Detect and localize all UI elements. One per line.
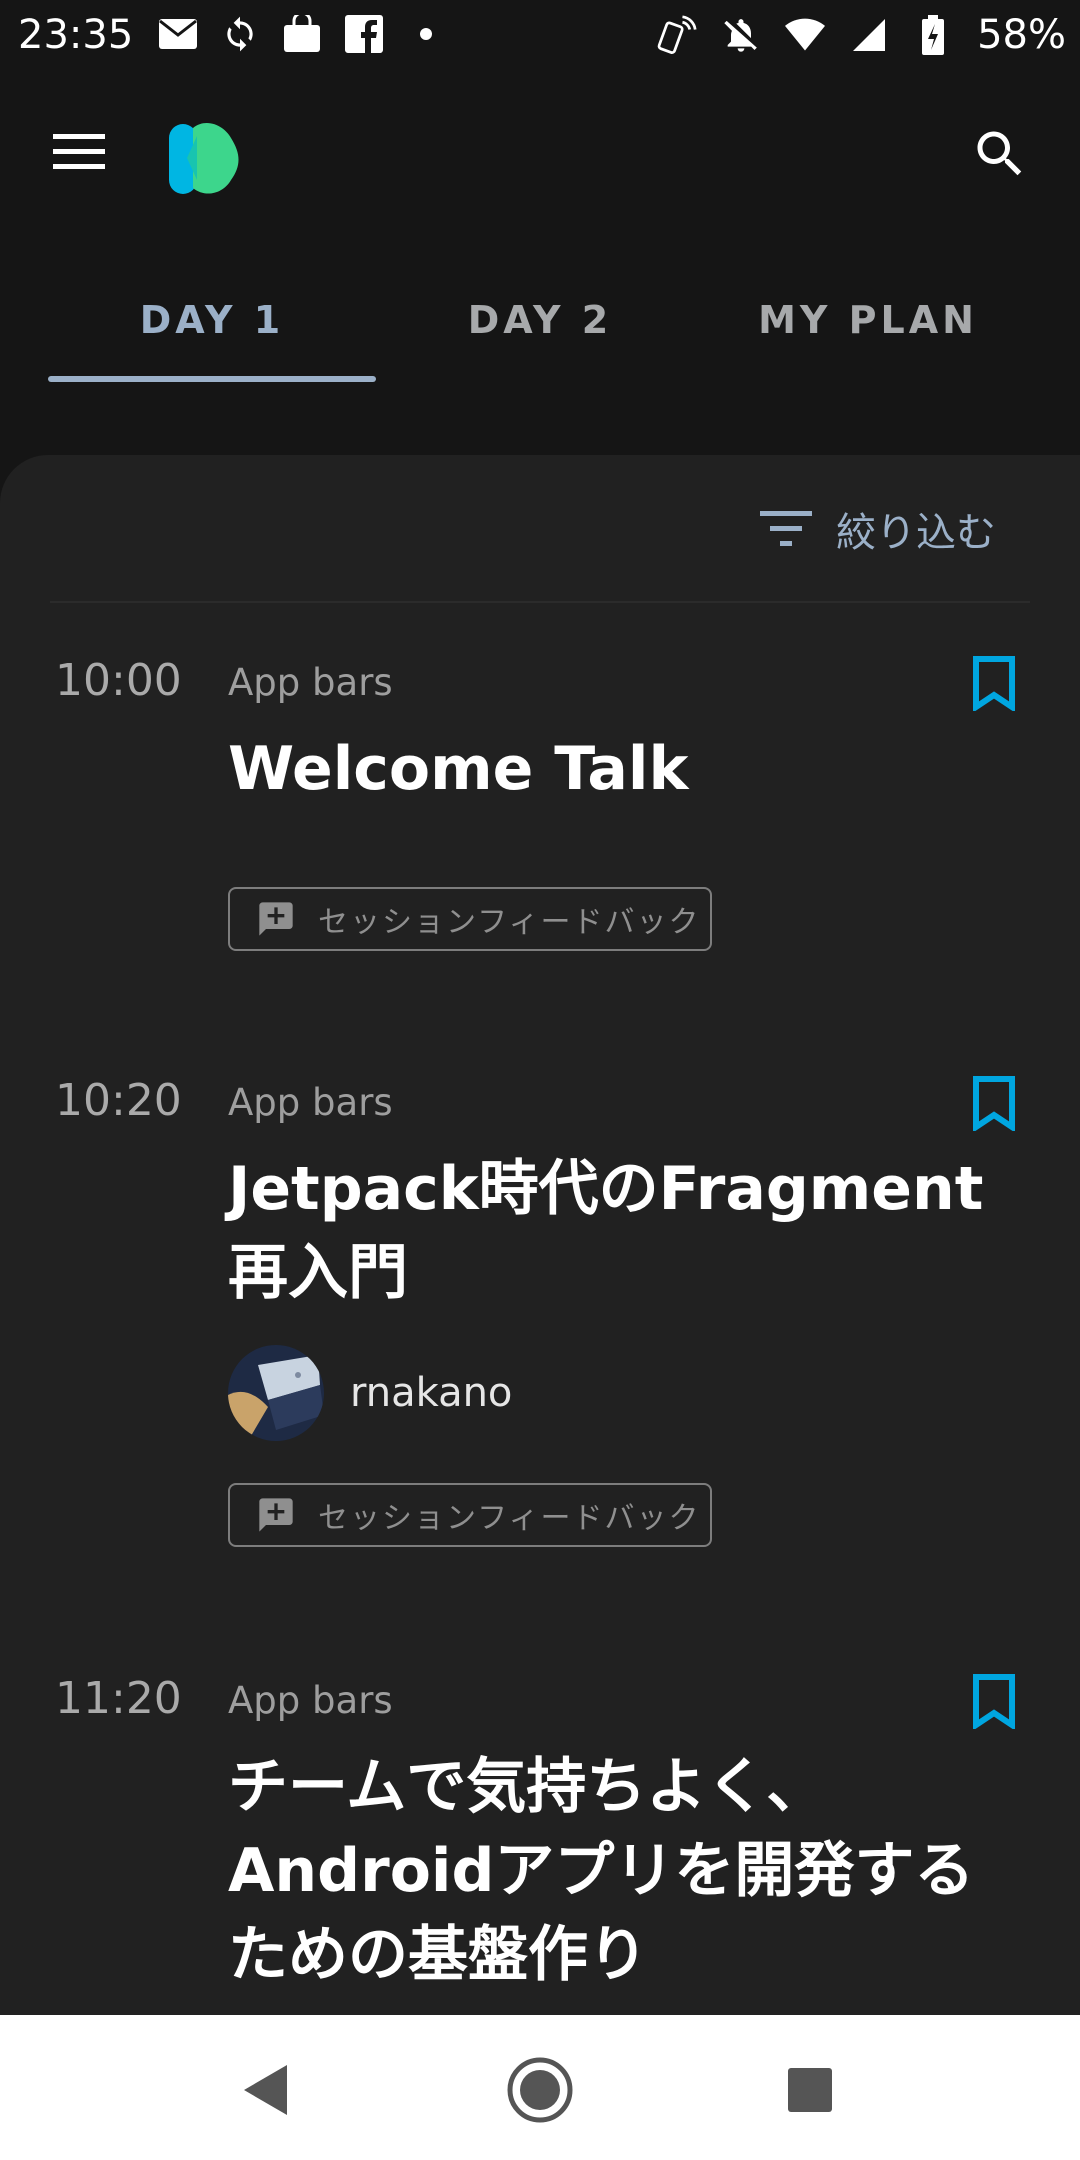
search-icon: [977, 131, 1022, 176]
session-time: 10:20: [55, 1075, 182, 1126]
feedback-icon: [259, 902, 293, 936]
back-icon: [244, 2065, 287, 2115]
app-bar: [0, 100, 1080, 210]
au-mail-icon: [158, 14, 198, 54]
market-icon: [282, 14, 322, 54]
day-tabs: DAY 1 DAY 2 MY PLAN: [0, 255, 1080, 385]
home-icon: [507, 2057, 573, 2123]
feedback-icon: [259, 1498, 293, 1532]
filter-button[interactable]: 絞り込む: [758, 500, 996, 558]
home-button[interactable]: [505, 2055, 575, 2125]
bookmark-outline-icon: [973, 1076, 1015, 1133]
session-title-line-3: ための基盤作り: [228, 1920, 648, 1990]
status-time: 23:35: [18, 12, 134, 58]
session-card[interactable]: 10:20 App bars Jetpack時代のFragment 再入門 rn…: [0, 1075, 1080, 1575]
session-room: App bars: [228, 1679, 393, 1722]
facebook-icon: [344, 14, 384, 54]
sync-icon: [220, 14, 260, 54]
recents-icon: [788, 2068, 832, 2112]
notification-icons: [158, 14, 446, 54]
bookmark-button[interactable]: [970, 1673, 1026, 1733]
recents-button[interactable]: [775, 2055, 845, 2125]
signal-icon: [849, 15, 889, 55]
speaker-name: rnakano: [350, 1370, 513, 1416]
tab-my-plan[interactable]: MY PLAN: [704, 255, 1032, 385]
session-feedback-button[interactable]: セッションフィードバック: [228, 1483, 712, 1547]
session-title-line-2: Androidアプリを開発する: [228, 1836, 975, 1906]
battery-icon: [913, 15, 953, 55]
session-title-line-2: 再入門: [228, 1238, 408, 1308]
session-title-line-1: チームで気持ちよく、: [228, 1752, 827, 1822]
session-time: 10:00: [55, 655, 182, 706]
wifi-icon: [785, 15, 826, 55]
nfc-icon: [657, 15, 697, 55]
search-button[interactable]: [970, 124, 1040, 194]
session-list-sheet: 絞り込む 10:00 App bars Welcome Talk セッションフィ…: [0, 455, 1080, 2015]
mute-icon: [721, 15, 761, 55]
session-title-line-1: Jetpack時代のFragment: [228, 1154, 984, 1224]
filter-label: 絞り込む: [836, 510, 996, 556]
feedback-label: セッションフィードバック: [318, 1501, 701, 1536]
bookmark-button[interactable]: [970, 1075, 1026, 1135]
menu-button[interactable]: [48, 130, 118, 190]
tab-day-2[interactable]: DAY 2: [376, 255, 704, 385]
app-logo: [165, 118, 245, 198]
session-feedback-button[interactable]: セッションフィードバック: [228, 887, 712, 951]
filter-icon: [760, 511, 812, 546]
bookmark-button[interactable]: [970, 655, 1026, 715]
session-title: Welcome Talk: [228, 734, 689, 804]
bookmark-outline-icon: [973, 1674, 1015, 1731]
status-bar: 23:35 58%: [0, 0, 1080, 72]
divider: [50, 601, 1030, 603]
dot-icon: [406, 14, 446, 54]
session-time: 11:20: [55, 1673, 182, 1724]
system-navigation-bar: [0, 2015, 1080, 2160]
session-speaker[interactable]: rnakano: [228, 1345, 512, 1441]
session-card[interactable]: 10:00 App bars Welcome Talk セッションフィードバック: [0, 655, 1080, 965]
session-room: App bars: [228, 661, 393, 704]
speaker-avatar: [228, 1345, 324, 1441]
active-tab-indicator: [48, 376, 376, 382]
system-icons: 58%: [657, 12, 1066, 58]
hamburger-menu-icon: [53, 134, 105, 169]
battery-percent: 58%: [977, 12, 1066, 58]
bookmark-outline-icon: [973, 656, 1015, 713]
session-card[interactable]: 11:20 App bars チームで気持ちよく、 Androidアプリを開発す…: [0, 1673, 1080, 2013]
session-room: App bars: [228, 1081, 393, 1124]
feedback-label: セッションフィードバック: [318, 905, 701, 940]
tab-day-1[interactable]: DAY 1: [48, 255, 376, 385]
back-button[interactable]: [232, 2055, 302, 2125]
